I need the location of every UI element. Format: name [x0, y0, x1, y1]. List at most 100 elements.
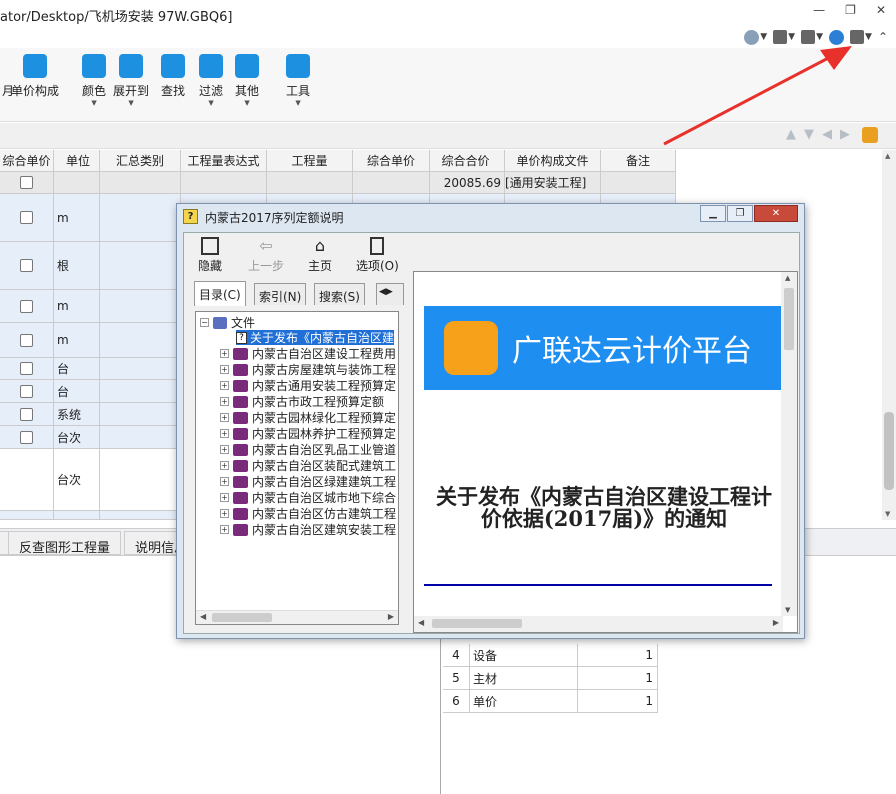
- unit-cell[interactable]: 根: [54, 242, 100, 290]
- tree-item[interactable]: + 内蒙古自治区仿古建筑工程: [196, 506, 396, 521]
- hide-button[interactable]: 隐藏: [198, 237, 222, 274]
- expand-icon[interactable]: +: [220, 493, 229, 502]
- restore-icon[interactable]: ❐: [845, 3, 856, 17]
- tab-search[interactable]: 搜索(S): [314, 283, 365, 305]
- unit-cell[interactable]: m: [54, 194, 100, 242]
- tree-item[interactable]: + 内蒙古园林养护工程预算定: [196, 426, 396, 441]
- col-header[interactable]: 综合合价: [430, 150, 505, 172]
- row-checkbox[interactable]: [20, 362, 33, 375]
- table-row[interactable]: 5 主材 1: [443, 667, 658, 690]
- other-button[interactable]: 其他 ▼: [235, 54, 259, 107]
- options-button[interactable]: 选项(O): [356, 237, 399, 274]
- expand-icon[interactable]: +: [220, 397, 229, 406]
- restore-icon[interactable]: ❐: [727, 205, 753, 222]
- row-checkbox[interactable]: [20, 259, 33, 272]
- collapse-icon[interactable]: −: [200, 318, 209, 327]
- expand-icon[interactable]: +: [220, 477, 229, 486]
- col-header[interactable]: 综合单价: [0, 150, 54, 172]
- close-icon[interactable]: ✕: [754, 205, 798, 222]
- tree-item[interactable]: + 内蒙古市政工程预算定额: [196, 394, 384, 409]
- scroll-up-icon[interactable]: ▲: [885, 152, 890, 160]
- tree-item[interactable]: + 内蒙古自治区乳品工业管道: [196, 442, 396, 457]
- col-header[interactable]: 综合单价: [353, 150, 430, 172]
- tree-item[interactable]: + 内蒙古自治区绿建建筑工程: [196, 474, 396, 489]
- total-price-cell[interactable]: 20085.69: [430, 172, 505, 194]
- scroll-down-icon[interactable]: ▼: [785, 606, 790, 614]
- scroll-right-icon[interactable]: ▶: [773, 618, 779, 627]
- expand-icon[interactable]: +: [220, 509, 229, 518]
- row-checkbox[interactable]: [20, 384, 33, 398]
- unit-cell[interactable]: 台次: [54, 449, 100, 511]
- row-value[interactable]: 1: [578, 644, 658, 666]
- price-structure-button[interactable]: 单价构成: [11, 54, 59, 99]
- unit-cell[interactable]: m: [54, 290, 100, 323]
- filter-button[interactable]: 过滤 ▼: [199, 54, 223, 107]
- row-checkbox[interactable]: [20, 407, 33, 421]
- find-button[interactable]: 查找: [161, 54, 185, 99]
- tree-item[interactable]: + 内蒙古房屋建筑与装饰工程: [196, 362, 396, 377]
- expand-icon[interactable]: +: [220, 413, 229, 422]
- tab-index[interactable]: 索引(N): [254, 283, 307, 305]
- tree-horizontal-scrollbar[interactable]: ◀ ▶: [196, 610, 398, 624]
- unit-cell[interactable]: 台: [54, 380, 100, 403]
- home-button[interactable]: ⌂ 主页: [308, 237, 332, 274]
- tools-button[interactable]: 工具 ▼: [286, 54, 310, 107]
- tab-scroll-arrows[interactable]: ◀▶: [376, 283, 404, 305]
- tree-item[interactable]: + 内蒙古自治区城市地下综合: [196, 490, 396, 505]
- unit-cell[interactable]: 台次: [54, 426, 100, 449]
- tree-item[interactable]: + 内蒙古园林绿化工程预算定: [196, 410, 396, 425]
- content-vertical-scrollbar[interactable]: ▲ ▼: [781, 272, 797, 616]
- col-header[interactable]: 工程量表达式: [181, 150, 267, 172]
- tree-item[interactable]: + 内蒙古自治区建筑安装工程: [196, 522, 396, 537]
- col-header[interactable]: 汇总类别: [100, 150, 181, 172]
- unit-cell[interactable]: 系统: [54, 403, 100, 426]
- expand-icon[interactable]: +: [220, 365, 229, 374]
- scroll-thumb[interactable]: [784, 288, 794, 350]
- grid-scrollbar[interactable]: ▲ ▼: [882, 150, 896, 520]
- tab-contents[interactable]: 目录(C): [194, 281, 246, 306]
- scroll-right-icon[interactable]: ▶: [388, 612, 394, 621]
- expand-icon[interactable]: +: [220, 445, 229, 454]
- row-checkbox[interactable]: [20, 299, 33, 313]
- row-name[interactable]: 设备: [470, 644, 578, 666]
- color-button[interactable]: 颜色 ▼: [82, 54, 106, 107]
- scroll-down-icon[interactable]: ▼: [885, 510, 890, 518]
- tab-reverse-check[interactable]: 反查图形工程量: [8, 531, 122, 556]
- content-horizontal-scrollbar[interactable]: ◀ ▶: [414, 616, 783, 632]
- col-header[interactable]: 单位: [54, 150, 100, 172]
- col-header[interactable]: 工程量: [267, 150, 353, 172]
- close-icon[interactable]: ✕: [876, 3, 886, 17]
- table-row[interactable]: 20085.69 [通用安装工程]: [0, 172, 676, 194]
- expand-icon[interactable]: +: [220, 461, 229, 470]
- row-name[interactable]: 主材: [470, 667, 578, 689]
- unit-cell[interactable]: m: [54, 323, 100, 358]
- row-checkbox[interactable]: [20, 176, 33, 189]
- price-file-cell[interactable]: [通用安装工程]: [505, 172, 601, 194]
- expand-icon[interactable]: +: [220, 349, 229, 358]
- col-header[interactable]: 单价构成文件: [505, 150, 601, 172]
- scroll-left-icon[interactable]: ◀: [200, 612, 206, 621]
- scroll-left-icon[interactable]: ◀: [418, 618, 424, 627]
- unit-cell[interactable]: [54, 172, 100, 194]
- table-row[interactable]: 6 单价 1: [443, 690, 658, 713]
- table-row[interactable]: 4 设备 1: [443, 644, 658, 667]
- minimize-icon[interactable]: —: [813, 3, 825, 17]
- row-value[interactable]: 1: [578, 667, 658, 689]
- expand-to-button[interactable]: 展开到 ▼: [113, 54, 149, 107]
- expand-icon[interactable]: +: [220, 381, 229, 390]
- minimize-icon[interactable]: ▁: [700, 205, 726, 222]
- scroll-thumb[interactable]: [884, 412, 894, 490]
- back-button[interactable]: ⇦ 上一步: [248, 237, 284, 274]
- tree-item[interactable]: + 内蒙古自治区建设工程费用: [196, 346, 396, 361]
- expand-icon[interactable]: +: [220, 525, 229, 534]
- row-checkbox[interactable]: [20, 430, 33, 444]
- row-checkbox[interactable]: [20, 211, 33, 224]
- unit-cell[interactable]: 台: [54, 358, 100, 380]
- scroll-thumb[interactable]: [432, 619, 522, 628]
- tree-item-selected[interactable]: ? 关于发布《内蒙古自治区建: [236, 330, 395, 345]
- settings-gear-icon[interactable]: [862, 127, 878, 143]
- scroll-thumb[interactable]: [212, 613, 272, 622]
- col-header[interactable]: 备注: [601, 150, 676, 172]
- scroll-up-icon[interactable]: ▲: [785, 274, 790, 282]
- row-checkbox[interactable]: [20, 333, 33, 347]
